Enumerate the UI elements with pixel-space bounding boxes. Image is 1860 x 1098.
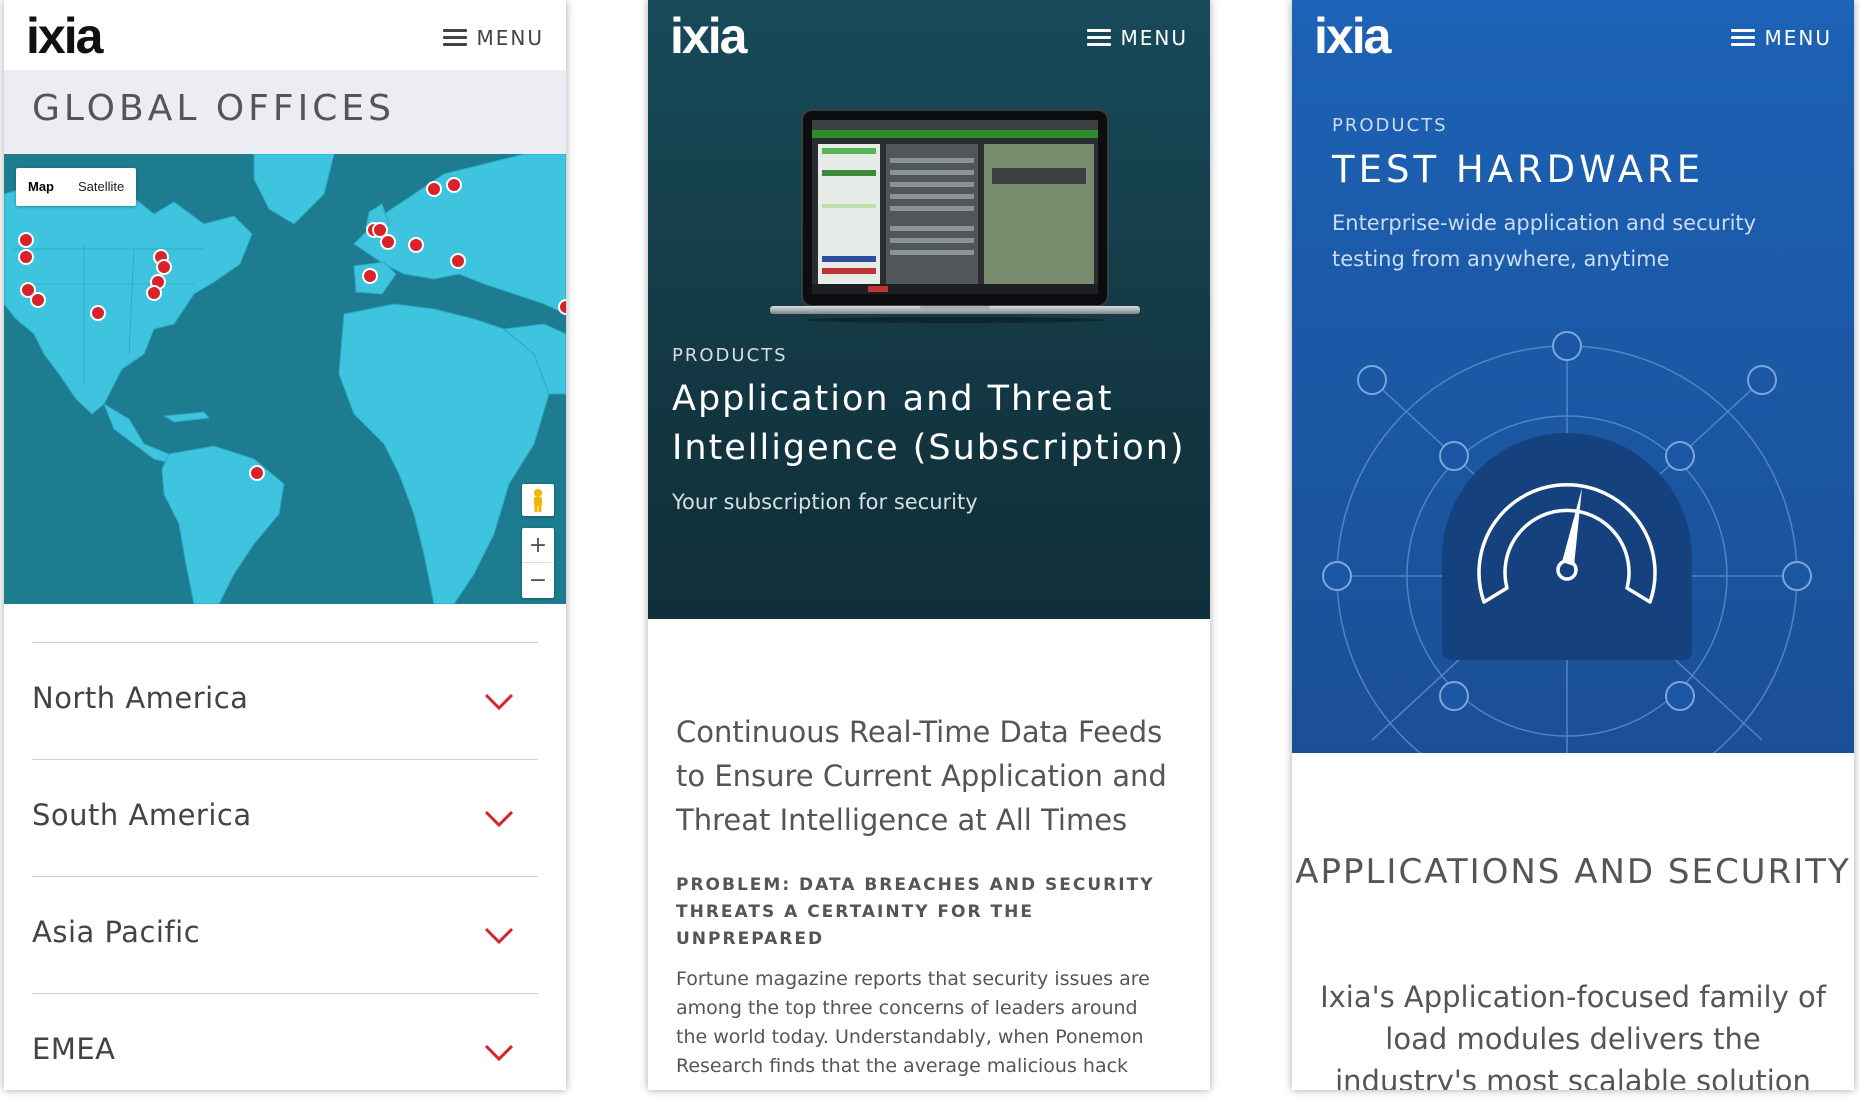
product-title: Application and Threat Intelligence (Sub… [672,379,1186,468]
office-marker-icon [18,249,34,265]
ixia-logo[interactable]: ixia [670,6,747,66]
hamburger-icon [442,29,467,47]
region-label: South America [32,798,252,832]
office-marker-icon [362,268,378,284]
product-title: TEST HARDWARE [1332,148,1705,191]
page-title-bar: GLOBAL OFFICES [4,70,566,154]
office-marker-icon [426,181,442,197]
menu-button[interactable]: MENU [442,24,545,52]
product-subtitle: Enterprise-wide application and security… [1332,211,1757,271]
site-header: ixia MENU [1292,0,1854,70]
product-hero: ixia MENU PRODUCTS Application and Threa… [648,0,1210,619]
page-title: GLOBAL OFFICES [32,88,395,129]
region-accordion: North America South America Asia Pacific… [32,642,538,1090]
product-subtitle: Your subscription for security [672,490,978,514]
menu-label: MENU [1764,26,1832,50]
section-eyebrow: PRODUCTS [1332,115,1448,136]
screen-global-offices: ixia MENU GLOBAL OFFICES Map Satellite +… [4,0,566,1090]
body-paragraph: Ixia's Application-focused family of loa… [1320,980,1826,1090]
hamburger-icon [1730,29,1755,47]
ixia-logo[interactable]: ixia [1314,6,1391,66]
map-canvas [4,154,566,604]
office-marker-icon [450,253,466,269]
problem-heading: PROBLEM: DATA BREACHES AND SECURITY THRE… [676,875,1155,949]
office-marker-icon [156,259,172,275]
pegman-icon [534,489,542,512]
zoom-control: + − [522,528,554,598]
region-north-america[interactable]: North America [32,642,538,759]
region-label: North America [32,681,249,715]
product-hero: ixia MENU PRODUCTS TEST HARDWARE Enterpr… [1292,0,1854,753]
section-eyebrow: PRODUCTS [672,345,788,366]
office-marker-icon [90,305,106,321]
map-type-satellite[interactable]: Satellite [66,168,136,206]
map-type-toggle: Map Satellite [16,168,137,206]
region-emea[interactable]: EMEA [32,993,538,1090]
zoom-in-icon[interactable]: + [522,528,554,563]
hamburger-icon [1086,29,1111,47]
menu-label: MENU [1120,26,1188,50]
office-marker-icon [249,465,265,481]
office-marker-icon [558,299,566,315]
map-type-map[interactable]: Map [16,168,66,206]
office-marker-icon [380,234,396,250]
network-speedometer-graphic [1322,331,1812,753]
office-marker-icon [146,285,162,301]
chevron-down-icon [484,693,514,711]
zoom-out-icon[interactable]: − [522,563,554,598]
office-marker-icon [408,237,424,253]
office-marker-icon [18,232,34,248]
laptop-image [770,109,1140,323]
screen-threat-intelligence: ixia MENU PRODUCTS Application and Threa… [648,0,1210,1090]
menu-label: MENU [476,26,544,50]
menu-button[interactable]: MENU [1730,24,1833,52]
region-label: Asia Pacific [32,915,201,949]
offices-map[interactable]: Map Satellite + − [4,154,566,604]
region-south-america[interactable]: South America [32,759,538,876]
ixia-logo[interactable]: ixia [26,6,103,66]
section-heading: APPLICATIONS AND SECURITY [1295,852,1851,892]
menu-button[interactable]: MENU [1086,24,1189,52]
region-asia-pacific[interactable]: Asia Pacific [32,876,538,993]
body-paragraph: Fortune magazine reports that security i… [676,968,1150,1077]
pegman-button[interactable] [522,484,554,516]
office-marker-icon [30,292,46,308]
chevron-down-icon [484,927,514,945]
chevron-down-icon [484,810,514,828]
content-headline: Continuous Real-Time Data Feeds to Ensur… [676,715,1167,837]
region-label: EMEA [32,1032,116,1066]
screen-test-hardware: ixia MENU PRODUCTS TEST HARDWARE Enterpr… [1292,0,1854,1090]
site-header: ixia MENU [4,0,566,70]
office-marker-icon [446,177,462,193]
chevron-down-icon [484,1044,514,1062]
site-header: ixia MENU [648,0,1210,70]
